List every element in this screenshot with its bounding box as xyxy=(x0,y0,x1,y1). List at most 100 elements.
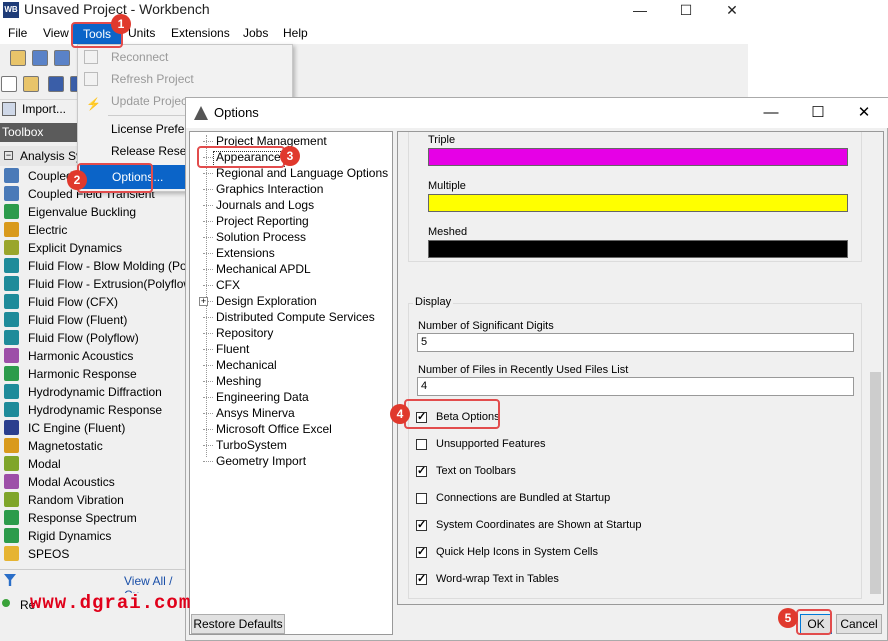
import-label: Import... xyxy=(22,102,67,116)
new-icon[interactable] xyxy=(1,76,17,92)
maximize-button[interactable]: ☐ xyxy=(663,0,709,22)
toolbox-item[interactable]: SPEOS xyxy=(4,545,186,563)
tree-item[interactable]: Mechanical xyxy=(190,357,390,373)
tree-item[interactable]: Design Exploration xyxy=(190,293,390,309)
toolbox-item-label: Harmonic Response xyxy=(28,367,137,381)
tree-item-label: Meshing xyxy=(216,374,262,388)
analysis-system-icon xyxy=(4,258,19,273)
tree-item[interactable]: CFX xyxy=(190,277,390,293)
recent-files-input[interactable]: 4 xyxy=(417,377,854,396)
checkbox[interactable]: ✓ xyxy=(416,547,427,558)
toolbox-item[interactable]: Modal xyxy=(4,455,186,473)
tree-item[interactable]: Mechanical APDL xyxy=(190,261,390,277)
tree-connector xyxy=(203,253,213,254)
menu-units[interactable]: Units xyxy=(128,26,155,40)
toolbox-item[interactable]: Harmonic Acoustics xyxy=(4,347,186,365)
toolbox-item[interactable]: Explicit Dynamics xyxy=(4,239,186,257)
tree-item[interactable]: Journals and Logs xyxy=(190,197,390,213)
tree-connector xyxy=(203,189,213,190)
open-folder-icon[interactable] xyxy=(23,76,39,92)
save-as-icon[interactable] xyxy=(54,50,70,66)
checkbox[interactable]: ✓ xyxy=(416,466,427,477)
toolbox-item[interactable]: Hydrodynamic Diffraction xyxy=(4,383,186,401)
tree-item[interactable]: TurboSystem xyxy=(190,437,390,453)
tree-item[interactable]: Engineering Data xyxy=(190,389,390,405)
menu-view[interactable]: View xyxy=(43,26,69,40)
tree-item-label: Distributed Compute Services xyxy=(216,310,375,324)
toolbox-item[interactable]: Hydrodynamic Response xyxy=(4,401,186,419)
toolbox-item[interactable]: IC Engine (Fluent) xyxy=(4,419,186,437)
disk-icon[interactable] xyxy=(48,76,64,92)
color-swatch-multiple[interactable] xyxy=(428,194,848,212)
toolbox-item[interactable]: Modal Acoustics xyxy=(4,473,186,491)
new-project-icon[interactable] xyxy=(10,50,26,66)
tree-connector xyxy=(203,445,213,446)
dialog-close-button[interactable]: ✕ xyxy=(841,98,887,128)
analysis-system-icon xyxy=(4,240,19,255)
color-swatch-meshed[interactable] xyxy=(428,240,848,258)
toolbox-item[interactable]: Response Spectrum xyxy=(4,509,186,527)
import-button[interactable]: Import... xyxy=(2,100,74,120)
tree-connector xyxy=(203,461,213,462)
dialog-maximize-button[interactable]: ☐ xyxy=(795,98,841,128)
menu-item-reconnect[interactable]: Reconnect xyxy=(78,46,294,68)
tree-item-label: Mechanical xyxy=(216,358,277,372)
tree-connector xyxy=(203,349,213,350)
tree-item[interactable]: Ansys Minerva xyxy=(190,405,390,421)
tree-item-label: Ansys Minerva xyxy=(216,406,295,420)
save-icon[interactable] xyxy=(32,50,48,66)
scrollbar-thumb[interactable] xyxy=(870,372,881,594)
close-button[interactable]: ✕ xyxy=(709,0,755,22)
toolbox-item[interactable]: Random Vibration xyxy=(4,491,186,509)
watermark-text: www.dgrai.com xyxy=(30,592,192,614)
checkbox[interactable]: ✓ xyxy=(416,520,427,531)
checkbox[interactable] xyxy=(416,493,427,504)
tree-connector xyxy=(203,397,213,398)
tree-item[interactable]: Distributed Compute Services xyxy=(190,309,390,325)
menu-item-refresh-project[interactable]: Refresh Project xyxy=(78,68,294,90)
ansys-icon xyxy=(194,106,208,120)
tree-item-label: Project Reporting xyxy=(216,214,309,228)
checkbox[interactable]: ✓ xyxy=(416,574,427,585)
checkbox[interactable] xyxy=(416,439,427,450)
tree-item[interactable]: Solution Process xyxy=(190,229,390,245)
color-swatch-triple[interactable] xyxy=(428,148,848,166)
toolbox-item[interactable]: Eigenvalue Buckling xyxy=(4,203,186,221)
expand-icon[interactable]: + xyxy=(199,297,208,306)
analysis-system-icon xyxy=(4,402,19,417)
group-label: Analysis Sy xyxy=(20,149,83,163)
tree-item[interactable]: Meshing xyxy=(190,373,390,389)
toolbox-item[interactable]: Fluid Flow (Fluent) xyxy=(4,311,186,329)
tree-item[interactable]: Geometry Import xyxy=(190,453,390,469)
filter-icon[interactable] xyxy=(4,574,16,586)
toolbox-item[interactable]: Harmonic Response xyxy=(4,365,186,383)
analysis-system-icon xyxy=(4,168,19,183)
collapse-icon[interactable]: − xyxy=(4,151,13,160)
cancel-button[interactable]: Cancel xyxy=(836,614,882,634)
toolbox-item-label: Fluid Flow (CFX) xyxy=(28,295,119,309)
toolbox-item[interactable]: Fluid Flow - Blow Molding (Poly xyxy=(4,257,195,275)
toolbox-item[interactable]: Magnetostatic xyxy=(4,437,186,455)
toolbox-item[interactable]: Electric xyxy=(4,221,186,239)
tree-connector xyxy=(203,333,213,334)
menu-file[interactable]: File xyxy=(8,26,27,40)
toolbox-item-label: Coupled xyxy=(28,169,73,183)
tree-item[interactable]: Graphics Interaction xyxy=(190,181,390,197)
toolbox-item[interactable]: Rigid Dynamics xyxy=(4,527,186,545)
toolbox-item[interactable]: Fluid Flow (Polyflow) xyxy=(4,329,186,347)
tree-item-label: Microsoft Office Excel xyxy=(216,422,332,436)
toolbox-item[interactable]: Fluid Flow - Extrusion(Polyflow) xyxy=(4,275,196,293)
menu-extensions[interactable]: Extensions xyxy=(171,26,230,40)
menu-jobs[interactable]: Jobs xyxy=(243,26,268,40)
restore-defaults-button[interactable]: Restore Defaults xyxy=(191,614,285,634)
minimize-button[interactable]: — xyxy=(617,0,663,22)
tree-item[interactable]: Microsoft Office Excel xyxy=(190,421,390,437)
dialog-minimize-button[interactable]: — xyxy=(748,98,794,128)
tree-item[interactable]: Repository xyxy=(190,325,390,341)
tree-item[interactable]: Extensions xyxy=(190,245,390,261)
sig-digits-input[interactable]: 5 xyxy=(417,333,854,352)
tree-item[interactable]: Project Reporting xyxy=(190,213,390,229)
tree-item[interactable]: Fluent xyxy=(190,341,390,357)
menu-help[interactable]: Help xyxy=(283,26,308,40)
toolbox-item[interactable]: Fluid Flow (CFX) xyxy=(4,293,186,311)
